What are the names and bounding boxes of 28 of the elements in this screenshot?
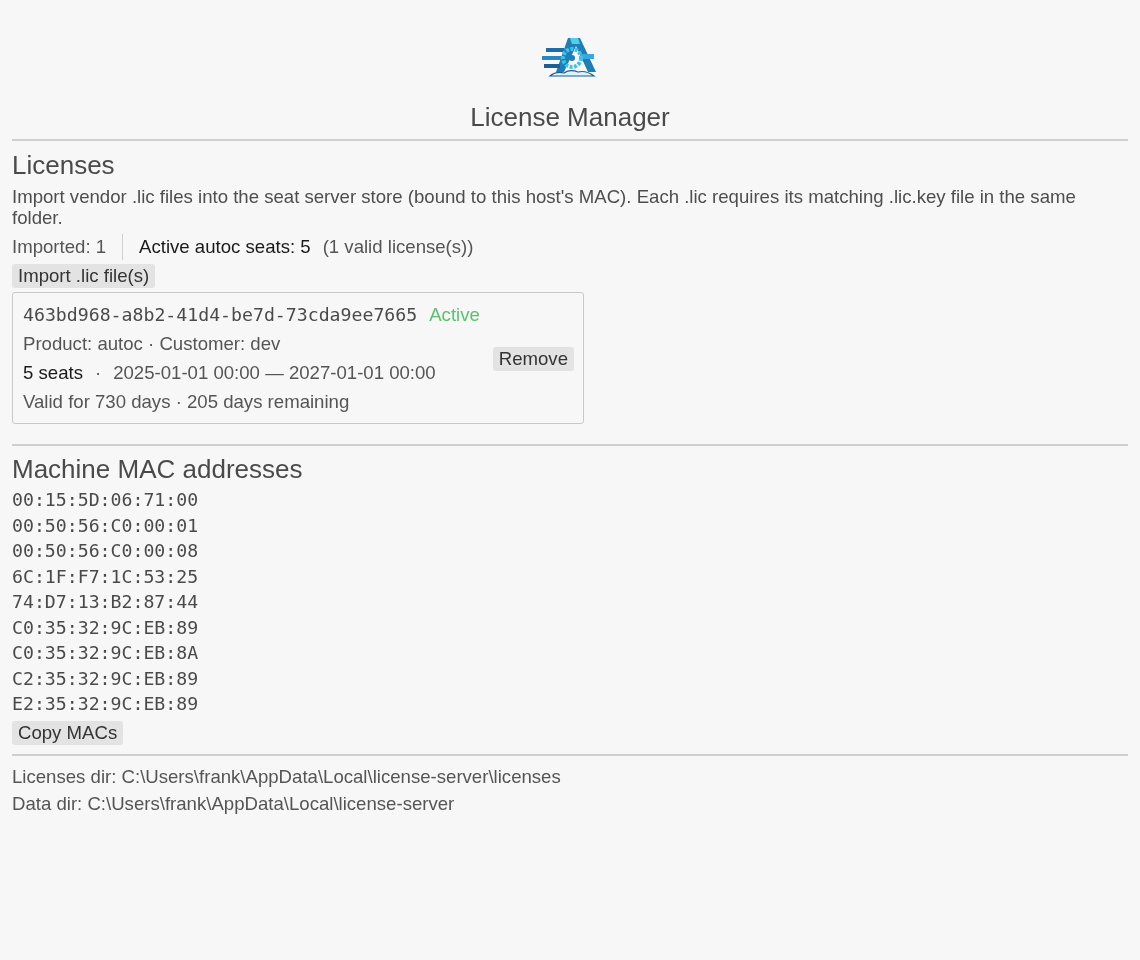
directory-path: Data dir: C:\Users\frank\AppData\Local\license-server xyxy=(12,791,456,816)
active-seats: Active autoc seats: 5 xyxy=(139,235,311,259)
validity-period: 2025-01-01 00:00 — 2027-01-01 00:00 xyxy=(113,361,436,385)
valid-license-count: (1 valid license(s)) xyxy=(322,235,474,259)
mac-address: 00:50:56:C0:00:08 xyxy=(12,539,200,563)
mac-address: C2:35:32:9C:EB:89 xyxy=(12,666,200,691)
directory-path: Licenses dir: C:\Users\frank\AppData\Local\license-server\licenses xyxy=(12,764,562,789)
license-id: 463bd968-a8b2-41d4-be7d-73cda9ee7665 xyxy=(23,303,418,327)
mac-address: 6C:1F:F7:1C:53:25 xyxy=(12,564,200,589)
validity-days: Valid for 730 days · 205 days remaining xyxy=(23,390,485,414)
mac-address: 00:50:56:C0:00:01 xyxy=(12,513,200,538)
mac-address: 74:D7:13:B2:87:44 xyxy=(12,590,200,614)
seat-count: 5 seats xyxy=(23,361,83,385)
imported-count: Imported: 1 xyxy=(12,235,107,259)
section-heading: Licenses xyxy=(12,149,116,181)
section-heading: Machine MAC addresses xyxy=(12,453,304,485)
mac-address: E2:35:32:9C:EB:89 xyxy=(12,692,200,716)
copy-macs-button[interactable]: Copy MACs xyxy=(12,720,124,745)
app-title: License Manager xyxy=(470,101,670,133)
mac-address: 00:15:5D:06:71:00 xyxy=(12,488,200,512)
import-button[interactable]: Import .lic file(s) xyxy=(12,264,156,288)
section-description: Import vendor .lic files into the seat server store (bound to this host's MAC). Each .lic requires its matching .lic.key file in the same folder. xyxy=(12,186,1077,228)
seats-separator: · xyxy=(94,361,102,385)
license-status: Active xyxy=(429,303,480,327)
mac-address: C0:35:32:9C:EB:89 xyxy=(12,615,200,640)
remove-button[interactable]: Remove xyxy=(492,346,574,371)
mac-address: C0:35:32:9C:EB:8A xyxy=(12,641,200,665)
product-customer: Product: autoc · Customer: dev xyxy=(23,332,282,356)
